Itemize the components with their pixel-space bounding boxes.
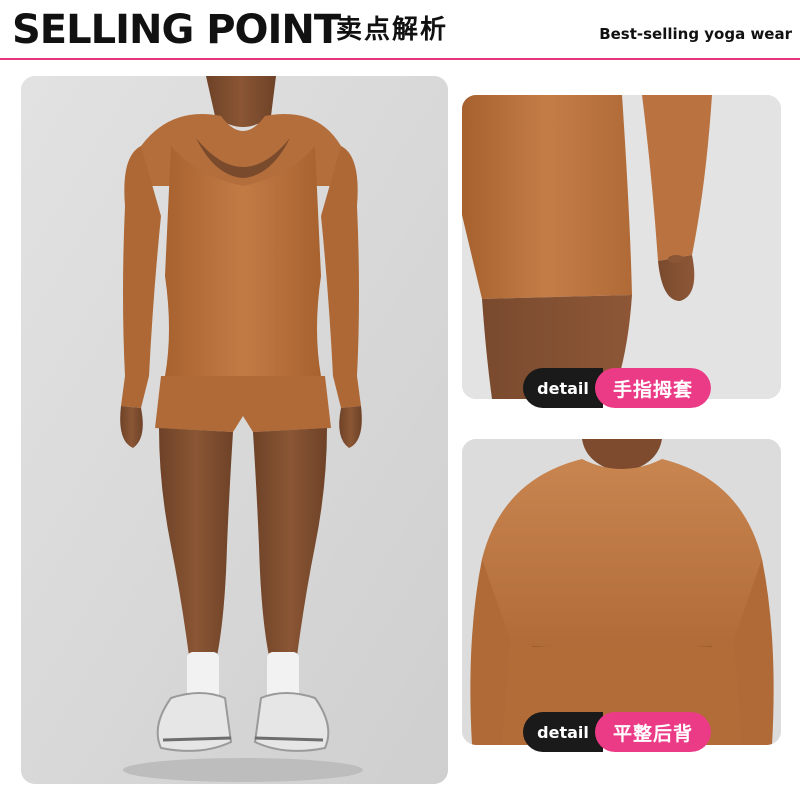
page-title-chinese: 卖点解析: [336, 15, 449, 45]
smooth-back-illustration: [462, 439, 781, 745]
main-product-image: [21, 76, 448, 784]
tagline: Best-selling yoga wear: [599, 25, 792, 43]
detail-tag-label: detail: [523, 712, 603, 752]
detail-tag-label: detail: [523, 368, 603, 408]
detail-image-smooth-back: [462, 439, 781, 745]
header-divider: [0, 58, 800, 60]
model-illustration: [21, 76, 448, 784]
detail-feature-label: 手指拇套: [595, 368, 712, 408]
page-title: SELLING POINT: [12, 7, 341, 53]
detail-tag-thumb-hole: detail 手指拇套: [523, 368, 712, 408]
detail-image-thumb-hole: [462, 95, 781, 399]
detail-tag-smooth-back: detail 平整后背: [523, 712, 712, 752]
header: SELLING POINT 卖点解析 Best-selling yoga wea…: [0, 0, 800, 56]
thumb-hole-illustration: [462, 95, 781, 399]
detail-feature-label: 平整后背: [595, 712, 712, 752]
